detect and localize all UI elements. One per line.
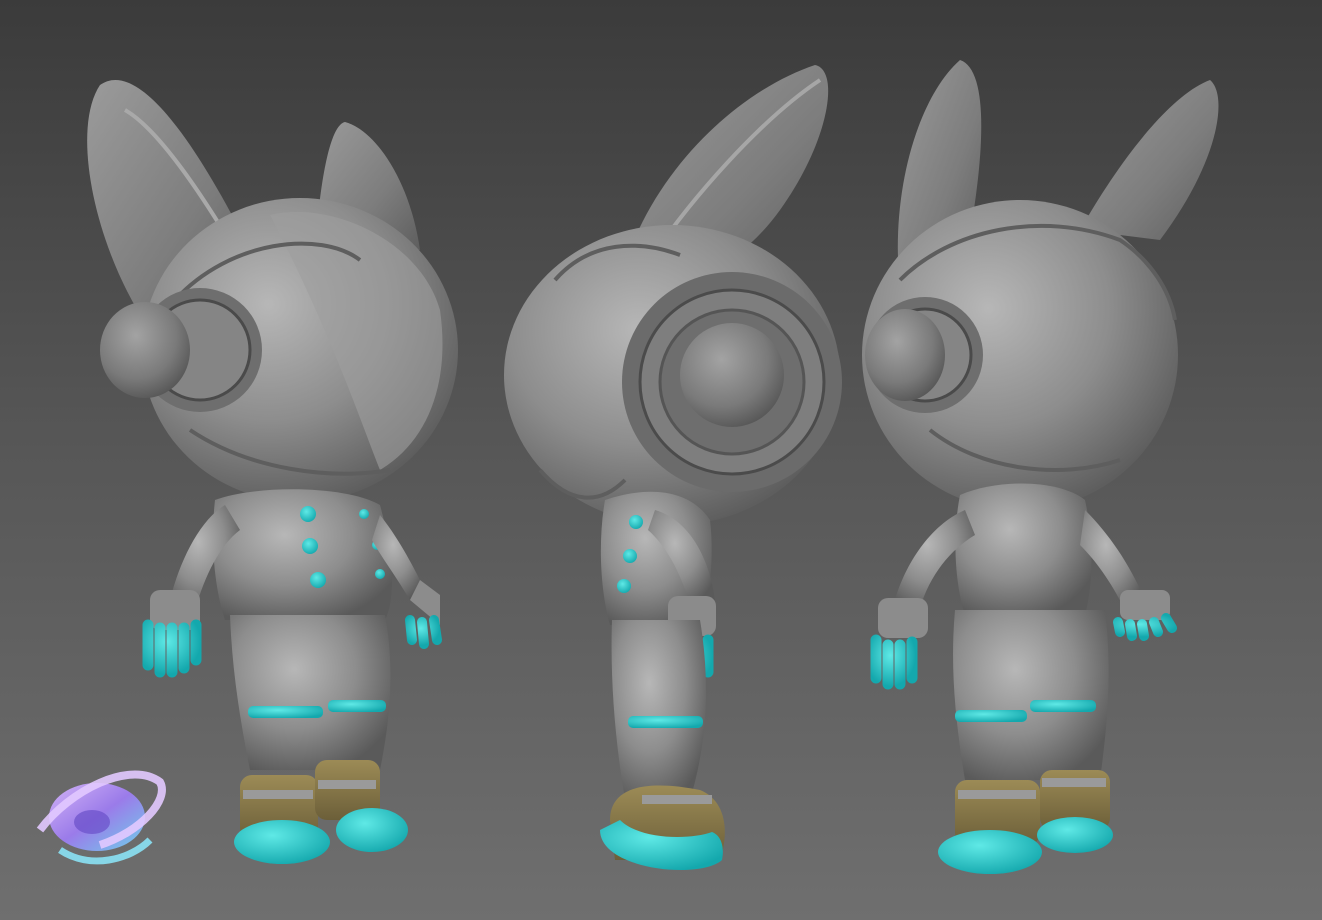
planet-ring-logo bbox=[36, 770, 166, 865]
legs bbox=[230, 615, 391, 770]
speaker-knob bbox=[100, 302, 190, 398]
character-turnaround bbox=[36, 60, 1219, 874]
render-viewport bbox=[0, 0, 1322, 920]
back-torso bbox=[955, 483, 1092, 615]
side-leg bbox=[611, 620, 706, 800]
side-speaker-knob bbox=[680, 323, 784, 427]
back-ear-right bbox=[1080, 80, 1219, 240]
back-legs bbox=[953, 610, 1109, 780]
figure-back-view bbox=[862, 60, 1219, 874]
figure-front-view bbox=[87, 79, 458, 864]
back-speaker-knob bbox=[865, 309, 945, 401]
figure-side-view bbox=[504, 65, 842, 870]
